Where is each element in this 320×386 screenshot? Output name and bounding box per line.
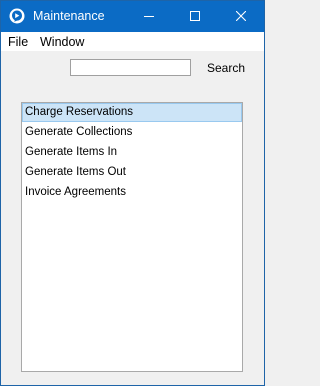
menu-file[interactable]: File bbox=[8, 35, 28, 49]
list-item[interactable]: Generate Collections bbox=[22, 123, 242, 142]
window-title: Maintenance bbox=[33, 9, 105, 23]
menu-bar: File Window bbox=[1, 32, 264, 51]
menu-window[interactable]: Window bbox=[40, 35, 84, 49]
list-item[interactable]: Invoice Agreements bbox=[22, 183, 242, 202]
close-icon bbox=[236, 11, 246, 21]
close-button[interactable] bbox=[218, 1, 264, 32]
list-item[interactable]: Generate Items In bbox=[22, 143, 242, 162]
search-input[interactable] bbox=[70, 59, 191, 76]
minimize-icon bbox=[144, 16, 154, 17]
app-logo-icon bbox=[9, 8, 25, 24]
title-bar[interactable]: Maintenance bbox=[1, 1, 264, 32]
maintenance-window: Maintenance File Window Search Charge Re… bbox=[0, 0, 265, 386]
maximize-icon bbox=[190, 11, 200, 21]
maximize-button[interactable] bbox=[172, 1, 218, 32]
list-item[interactable]: Generate Items Out bbox=[22, 163, 242, 182]
search-button[interactable]: Search bbox=[201, 59, 251, 77]
list-item[interactable]: Charge Reservations bbox=[22, 103, 242, 122]
minimize-button[interactable] bbox=[126, 1, 172, 32]
maintenance-list[interactable]: Charge Reservations Generate Collections… bbox=[21, 102, 243, 372]
